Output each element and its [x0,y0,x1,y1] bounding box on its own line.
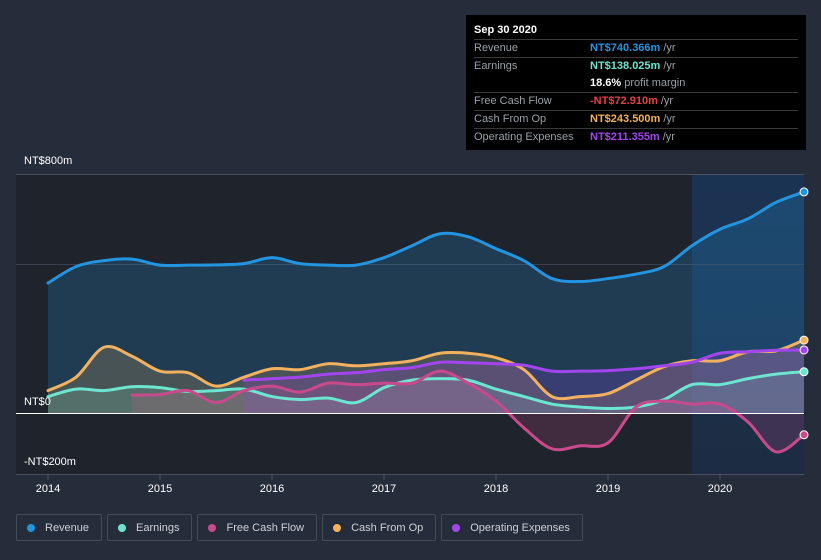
legend-label: Revenue [45,521,90,534]
tooltip-label [474,75,590,92]
endpoint-free-cash-flow[interactable] [799,430,809,440]
endpoint-revenue[interactable] [799,187,809,197]
y-tick-800: NT$800m [24,155,73,167]
legend-label: Operating Expenses [470,521,570,534]
x-tick-label: 2020 [708,483,732,495]
legend-dot-icon [208,523,217,532]
y-tick-neg200: -NT$200m [24,456,76,468]
tooltip-label: Operating Expenses [474,131,574,143]
tooltip-label: Revenue [474,42,519,54]
legend-cash-from-op[interactable]: Cash From Op [322,514,437,541]
legend-dot-icon [118,523,127,532]
tooltip-value: NT$138.025m [590,60,661,72]
tooltip-label: Earnings [474,60,518,72]
tooltip-row: Revenue NT$740.366m/yr [474,40,798,58]
tooltip-unit: /yr [663,60,676,72]
tooltip-label: Free Cash Flow [474,95,552,107]
tooltip-unit: /yr [663,42,676,54]
tooltip-row: Free Cash Flow -NT$72.910m/yr [474,93,798,111]
legend-revenue[interactable]: Revenue [16,514,103,541]
legend-dot-icon [333,523,342,532]
legend-label: Earnings [136,521,180,534]
legend-label: Cash From Op [351,521,424,534]
legend-dot-icon [452,523,461,532]
legend-dot-icon [27,523,35,532]
tooltip: Sep 30 2020 Revenue NT$740.366m/yr Earning… [466,15,806,150]
x-tick-label: 2016 [260,483,284,495]
tooltip-value: -NT$72.910m [590,95,658,107]
legend-label: Free Cash Flow [226,521,305,534]
x-tick-label: 2018 [484,483,508,495]
tooltip-row: Operating Expenses NT$211.355m/yr [474,129,798,146]
tooltip-value: NT$211.355m [590,131,660,143]
y-tick-0: NT$0 [24,396,51,408]
tooltip-row: 18.6% profit margin [474,75,798,93]
tooltip-unit: profit margin [624,77,686,89]
tooltip-unit: /yr [660,95,674,107]
legend-free-cash-flow[interactable]: Free Cash Flow [197,514,318,541]
endpoint-earnings[interactable] [799,367,809,377]
legend-earnings[interactable]: Earnings [107,514,193,541]
tooltip-row: Earnings NT$138.025m/yr [474,58,798,75]
legend: Revenue Earnings Free Cash Flow Cash From O… [16,514,583,541]
x-tick-label: 2014 [36,483,60,495]
endpoint-cash-from-op[interactable] [799,335,809,345]
x-tick-label: 2017 [372,483,396,495]
x-tick-label: 2015 [148,483,172,495]
endpoint-operating-expenses[interactable] [799,345,809,355]
tooltip-row: Cash From Op NT$243.500m/yr [474,111,798,129]
tooltip-date: Sep 30 2020 [474,21,798,40]
tooltip-value: NT$740.366m [590,42,661,54]
tooltip-value: 18.6% [590,77,622,89]
tooltip-value: NT$243.500m [590,113,661,125]
tooltip-unit: /yr [662,131,675,143]
tooltip-label: Cash From Op [474,113,547,125]
x-tick-label: 2019 [596,483,620,495]
tooltip-unit: /yr [663,113,676,125]
legend-operating-expenses[interactable]: Operating Expenses [441,514,583,541]
